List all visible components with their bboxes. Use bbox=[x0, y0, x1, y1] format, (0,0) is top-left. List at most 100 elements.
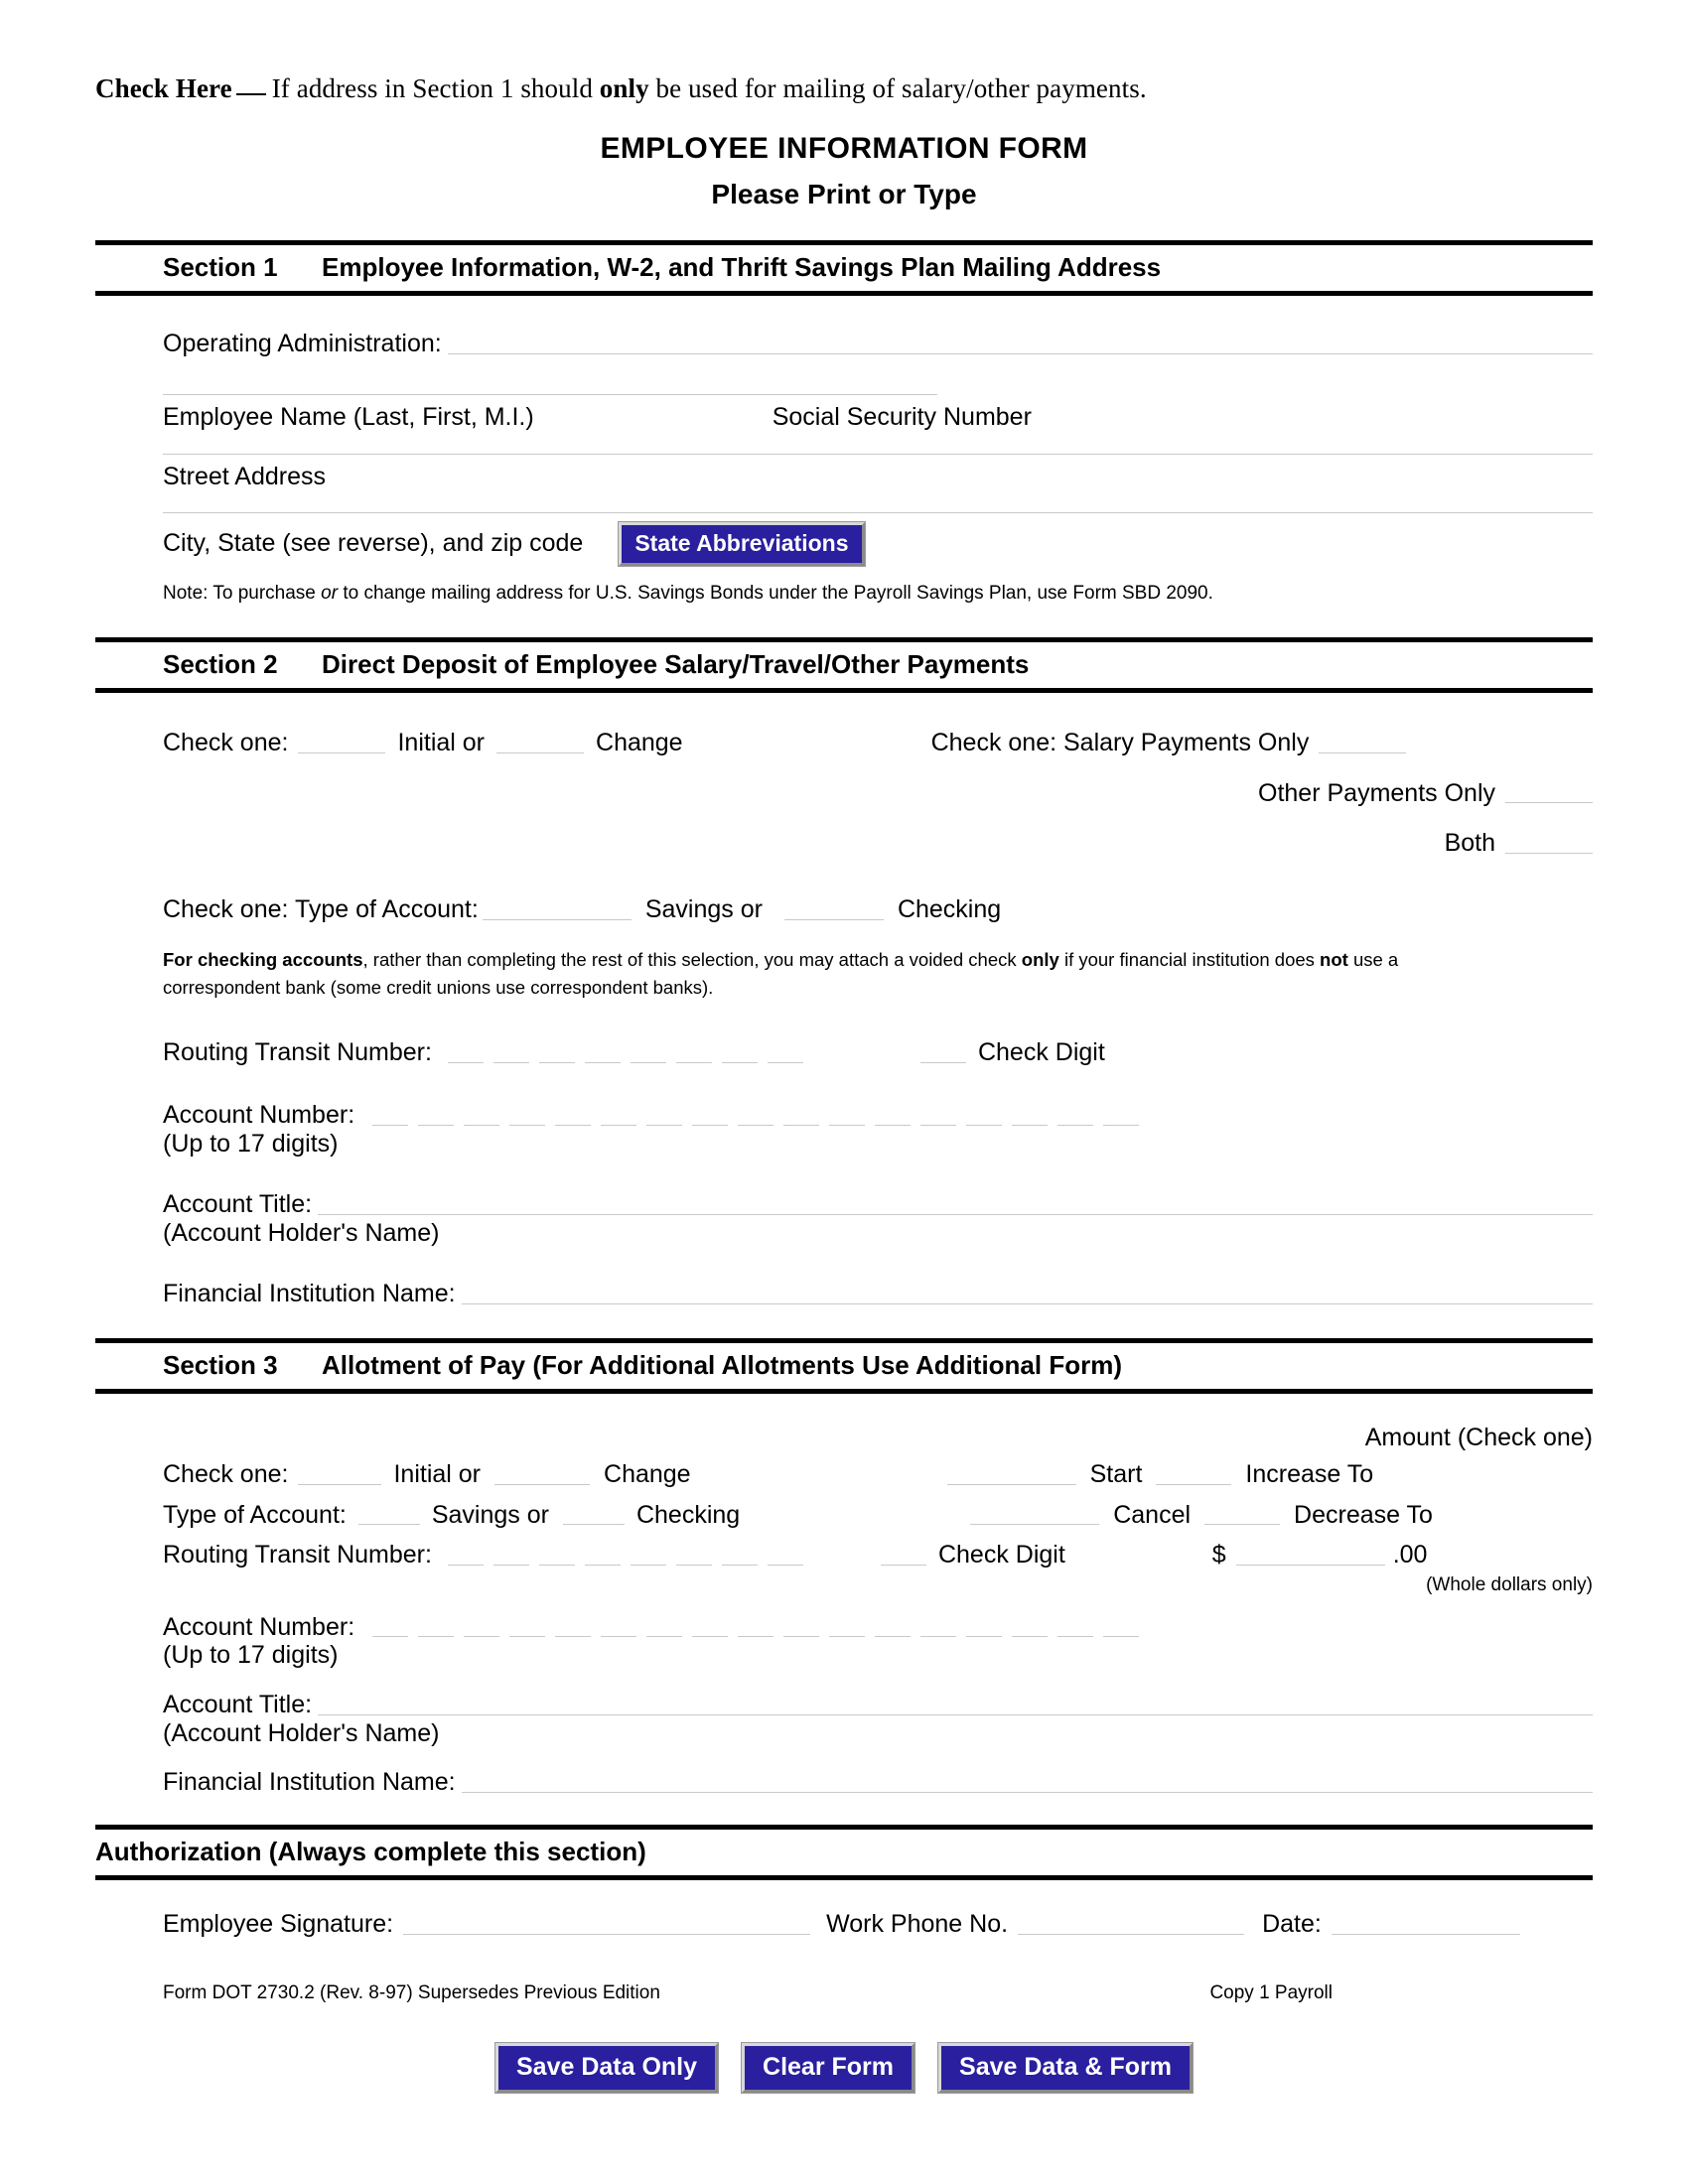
section-3-amount-header: Amount (Check one) bbox=[1364, 1424, 1593, 1452]
section-3-checking-checkbox[interactable] bbox=[562, 1524, 625, 1526]
section-2-both-checkbox[interactable] bbox=[1505, 853, 1593, 855]
employee-signature-input[interactable] bbox=[403, 1933, 811, 1935]
section-2-checking-checkbox[interactable] bbox=[783, 918, 884, 920]
section-2-type-of-account-row: Check one: Type of Account: Savings or C… bbox=[163, 895, 1593, 924]
section-3-financial-institution-input[interactable] bbox=[461, 1791, 1593, 1793]
section-2-check-one-label: Check one: bbox=[163, 728, 289, 756]
section-3-whole-dollars-note: (Whole dollars only) bbox=[1426, 1574, 1593, 1596]
section-2-change-label: Change bbox=[596, 728, 683, 756]
section-2-account-number-row: Account Number: bbox=[163, 1101, 1593, 1130]
section-3-routing-row: Routing Transit Number: Check Digit $ .0… bbox=[163, 1541, 1593, 1570]
savings-bonds-note-italic: or bbox=[321, 583, 339, 605]
city-state-input[interactable] bbox=[163, 512, 1593, 514]
check-here-checkbox-blank[interactable] bbox=[235, 93, 266, 95]
authorization-title: Authorization (Always complete this sect… bbox=[95, 1836, 646, 1866]
savings-bonds-note-prefix: Note: To purchase bbox=[163, 583, 322, 605]
section-3-body: Amount (Check one) Check one: Initial or… bbox=[95, 1424, 1593, 1797]
operating-administration-input[interactable] bbox=[447, 352, 1593, 354]
fine-print-1: , rather than completing the rest of thi… bbox=[362, 948, 1022, 970]
section-3-decrease-to-label: Decrease To bbox=[1294, 1500, 1433, 1529]
section-3-cents-label: .00 bbox=[1392, 1541, 1428, 1570]
section-3-start-checkbox[interactable] bbox=[946, 1483, 1076, 1485]
section-2-financial-institution-label: Financial Institution Name: bbox=[163, 1280, 456, 1308]
section-2-savings-checkbox[interactable] bbox=[482, 918, 632, 920]
section-2-salary-only-checkbox[interactable] bbox=[1319, 751, 1407, 753]
section-3-routing-input[interactable] bbox=[447, 1565, 813, 1567]
section-2-account-number-label: Account Number: bbox=[163, 1100, 355, 1129]
section-3-increase-to-label: Increase To bbox=[1245, 1459, 1374, 1488]
save-data-and-form-button[interactable]: Save Data & Form bbox=[937, 2042, 1194, 2094]
section-3-initial-checkbox[interactable] bbox=[298, 1483, 382, 1485]
section-3-account-title-input[interactable] bbox=[318, 1713, 1593, 1715]
section-2-type-of-account-label: Check one: Type of Account: bbox=[163, 895, 479, 924]
section-3-financial-institution-label: Financial Institution Name: bbox=[163, 1768, 456, 1797]
section-2-change-checkbox[interactable] bbox=[496, 751, 585, 753]
section-3-title: Allotment of Pay (For Additional Allotme… bbox=[322, 1350, 1122, 1381]
section-2-routing-input[interactable] bbox=[447, 1061, 813, 1063]
section-2-routing-label: Routing Transit Number: bbox=[163, 1038, 432, 1067]
street-address-row: Street Address bbox=[163, 463, 1593, 491]
section-2-financial-institution-input[interactable] bbox=[461, 1303, 1593, 1305]
section-3-savings-checkbox[interactable] bbox=[357, 1524, 420, 1526]
save-data-only-button[interactable]: Save Data Only bbox=[493, 2042, 720, 2094]
section-2-payment-check-one-label: Check one: Salary Payments Only bbox=[930, 728, 1310, 756]
work-phone-input[interactable] bbox=[1018, 1933, 1245, 1935]
ssn-label: Social Security Number bbox=[772, 402, 1032, 431]
section-3-account-title-label: Account Title: bbox=[163, 1690, 313, 1718]
section-3-whole-dollars-row: (Whole dollars only) bbox=[163, 1571, 1593, 1599]
employee-name-rule-row bbox=[163, 393, 1593, 399]
section-3-account-number-sub: (Up to 17 digits) bbox=[163, 1641, 339, 1670]
section-3-decrease-checkbox[interactable] bbox=[1204, 1524, 1281, 1526]
savings-bonds-note: Note: To purchase or to change mailing a… bbox=[163, 580, 1593, 608]
section-2-account-number-input[interactable] bbox=[372, 1124, 1149, 1126]
operating-administration-label: Operating Administration: bbox=[163, 330, 442, 357]
fine-print-bold-1: For checking accounts bbox=[163, 948, 363, 970]
date-label: Date: bbox=[1262, 1909, 1322, 1938]
check-here-text-after: be used for mailing of salary/other paym… bbox=[648, 73, 1147, 103]
section-2-other-payments-label: Other Payments Only bbox=[1258, 778, 1495, 807]
section-2-check-one-row: Check one: Initial or Change Check one: … bbox=[163, 729, 1593, 757]
state-abbreviations-button[interactable]: State Abbreviations bbox=[618, 521, 866, 568]
signature-row: Employee Signature: Work Phone No. Date: bbox=[163, 1910, 1593, 1939]
section-2-title: Direct Deposit of Employee Salary/Travel… bbox=[322, 648, 1030, 679]
section-2-savings-label: Savings or bbox=[644, 895, 763, 924]
street-address-input[interactable] bbox=[163, 453, 1593, 455]
section-3-change-label: Change bbox=[604, 1459, 691, 1488]
form-actions: Save Data Only Clear Form Save Data & Fo… bbox=[0, 2042, 1688, 2094]
date-input[interactable] bbox=[1331, 1933, 1520, 1935]
footer-row: Form DOT 2730.2 (Rev. 8-97) Supersedes P… bbox=[163, 1965, 1593, 2004]
form-id-text: Form DOT 2730.2 (Rev. 8-97) Supersedes P… bbox=[163, 1981, 660, 2003]
section-2-account-number-sub: (Up to 17 digits) bbox=[163, 1129, 339, 1158]
city-state-label: City, State (see reverse), and zip code bbox=[163, 529, 584, 558]
section-3-initial-label: Initial or bbox=[393, 1459, 482, 1488]
fine-print-2: if your financial institution does bbox=[1058, 948, 1321, 970]
section-1-number: Section 1 bbox=[163, 252, 278, 282]
clear-form-button[interactable]: Clear Form bbox=[741, 2042, 916, 2094]
section-3-check-digit-label: Check Digit bbox=[937, 1541, 1065, 1570]
section-3-financial-institution-row: Financial Institution Name: bbox=[163, 1768, 1593, 1797]
section-2-header: Section 2 Direct Deposit of Employee Sal… bbox=[95, 636, 1593, 693]
street-address-label: Street Address bbox=[163, 462, 326, 490]
section-3-change-checkbox[interactable] bbox=[494, 1483, 591, 1485]
section-2-both-row: Both bbox=[163, 829, 1593, 858]
section-3-account-number-row: Account Number: bbox=[163, 1613, 1593, 1642]
section-3-account-number-input[interactable] bbox=[372, 1636, 1149, 1638]
section-2-checking-label: Checking bbox=[897, 895, 1002, 924]
section-3-increase-checkbox[interactable] bbox=[1156, 1483, 1232, 1485]
section-2-check-digit-input[interactable] bbox=[919, 1061, 966, 1063]
section-3-check-digit-input[interactable] bbox=[880, 1565, 926, 1567]
section-3-header: Section 3 Allotment of Pay (For Addition… bbox=[95, 1338, 1593, 1395]
section-2-account-title-input[interactable] bbox=[318, 1213, 1593, 1215]
section-2-initial-checkbox[interactable] bbox=[298, 751, 386, 753]
fine-print-bold-3: not bbox=[1320, 948, 1348, 970]
section-3-cancel-checkbox[interactable] bbox=[970, 1524, 1100, 1526]
section-3-amount-input[interactable] bbox=[1235, 1565, 1385, 1567]
section-3-savings-label: Savings or bbox=[431, 1500, 549, 1529]
page-title: EMPLOYEE INFORMATION FORM bbox=[600, 132, 1088, 165]
check-here-text-before: If address in Section 1 should bbox=[271, 73, 600, 103]
authorization-body: Employee Signature: Work Phone No. Date:… bbox=[95, 1910, 1593, 2004]
section-2-other-payments-checkbox[interactable] bbox=[1505, 802, 1593, 804]
employee-name-input[interactable] bbox=[163, 393, 937, 395]
section-3-cancel-label: Cancel bbox=[1113, 1500, 1192, 1529]
section-2-number: Section 2 bbox=[163, 648, 278, 679]
